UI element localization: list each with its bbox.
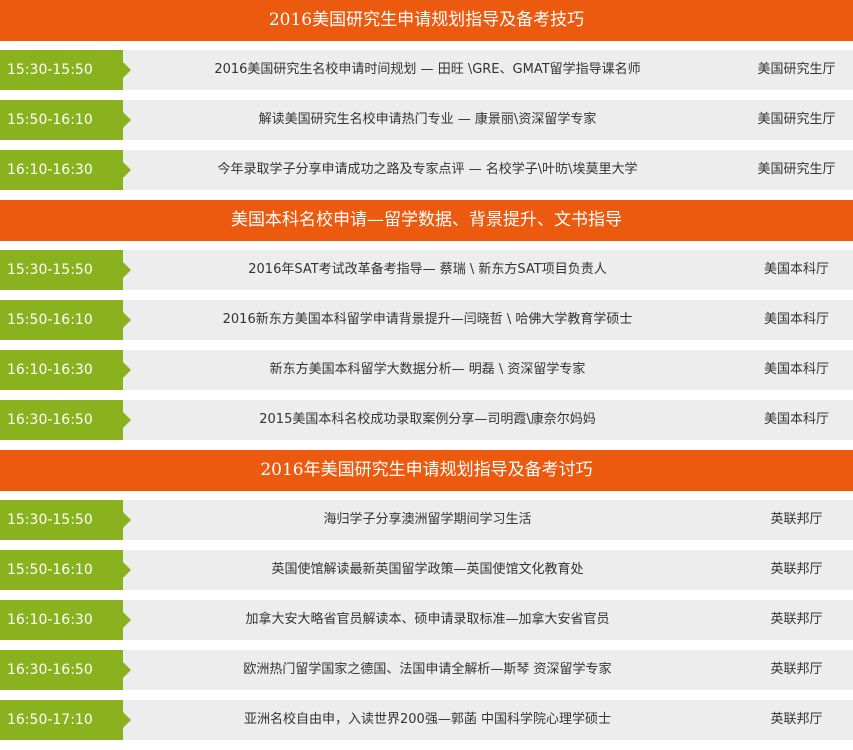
- session-time: 16:30-16:50: [0, 650, 131, 690]
- session-row[interactable]: 16:30-16:50 2015美国本科名校成功录取案例分享—司明霞\康奈尔妈妈 美…: [0, 400, 853, 440]
- session-hall: 美国本科厅: [763, 412, 829, 427]
- schedule-table: 2016美国研究生申请规划指导及备考技巧 15:30-15:50 2016美国研究生…: [0, 0, 853, 750]
- session-topic[interactable]: 解读美国研究生名校申请热门专业 — 康景丽\资深留学专家: [135, 100, 720, 140]
- session-row[interactable]: 16:10-16:30 加拿大安大略省官员解读本、硕申请录取标准—加拿大安省官员 英…: [0, 600, 853, 640]
- session-topic[interactable]: 欧洲热门留学国家之德国、法国申请全解析—斯琴 资深留学专家: [135, 650, 720, 690]
- session-row[interactable]: 16:50-17:10 亚洲名校自由申，入读世界200强—郭菡 中国科学院心理学硕…: [0, 700, 853, 740]
- session-time: 15:30-15:50: [0, 50, 131, 90]
- session-row[interactable]: 15:50-16:10 解读美国研究生名校申请热门专业 — 康景丽\资深留学专家 美…: [0, 100, 853, 140]
- session-topic[interactable]: 亚洲名校自由申，入读世界200强—郭菡 中国科学院心理学硕士: [135, 700, 720, 740]
- session-hall: 英联邦厅: [770, 512, 823, 527]
- session-topic[interactable]: 2016年SAT考试改革备考指导— 蔡瑞 \ 新东方SAT项目负责人: [135, 250, 720, 290]
- session-hall: 英联邦厅: [770, 562, 823, 577]
- session-row[interactable]: 15:30-15:50 海归学子分享澳洲留学期间学习生活 英联邦厅: [0, 500, 853, 540]
- session-row[interactable]: 16:30-16:50 欧洲热门留学国家之德国、法国申请全解析—斯琴 资深留学专家…: [0, 650, 853, 690]
- session-row[interactable]: 15:50-16:10 英国使馆解读最新英国留学政策—英国使馆文化教育处 英联邦厅: [0, 550, 853, 590]
- session-topic[interactable]: 新东方美国本科留学大数据分析— 明磊 \ 资深留学专家: [135, 350, 720, 390]
- session-topic[interactable]: 2016美国研究生名校申请时间规划 — 田旺 \GRE、GMAT留学指导课名师: [135, 50, 720, 90]
- session-row[interactable]: 15:30-15:50 2016美国研究生名校申请时间规划 — 田旺 \GRE、G…: [0, 50, 853, 90]
- session-time: 15:30-15:50: [0, 250, 131, 290]
- session-row[interactable]: 15:30-15:50 2016年SAT考试改革备考指导— 蔡瑞 \ 新东方SAT…: [0, 250, 853, 290]
- session-time: 16:10-16:30: [0, 150, 131, 190]
- section-header: 2016年美国研究生申请规划指导及备考讨巧: [0, 450, 853, 491]
- session-hall: 美国研究生厅: [757, 162, 836, 177]
- section-header: 美国本科名校申请—留学数据、背景提升、文书指导: [0, 200, 853, 241]
- session-hall: 美国本科厅: [763, 312, 829, 327]
- session-time: 16:10-16:30: [0, 600, 131, 640]
- section-header: 2016美国研究生申请规划指导及备考技巧: [0, 0, 853, 41]
- session-row[interactable]: 15:50-16:10 2016新东方美国本科留学申请背景提升—闫晓哲 \ 哈佛大…: [0, 300, 853, 340]
- session-hall: 英联邦厅: [770, 662, 823, 677]
- session-topic[interactable]: 2016新东方美国本科留学申请背景提升—闫晓哲 \ 哈佛大学教育学硕士: [135, 300, 720, 340]
- session-time: 15:50-16:10: [0, 300, 131, 340]
- session-row[interactable]: 16:10-16:30 新东方美国本科留学大数据分析— 明磊 \ 资深留学专家 美国…: [0, 350, 853, 390]
- session-topic[interactable]: 2015美国本科名校成功录取案例分享—司明霞\康奈尔妈妈: [135, 400, 720, 440]
- session-topic[interactable]: 加拿大安大略省官员解读本、硕申请录取标准—加拿大安省官员: [135, 600, 720, 640]
- session-time: 16:10-16:30: [0, 350, 131, 390]
- session-hall: 美国本科厅: [763, 362, 829, 377]
- session-time: 15:50-16:10: [0, 100, 131, 140]
- session-hall: 英联邦厅: [770, 712, 823, 727]
- session-hall: 英联邦厅: [770, 612, 823, 627]
- session-hall: 美国研究生厅: [757, 112, 836, 127]
- session-row[interactable]: 16:10-16:30 今年录取学子分享申请成功之路及专家点评 — 名校学子\叶昉…: [0, 150, 853, 190]
- session-hall: 美国本科厅: [763, 262, 829, 277]
- session-time: 16:30-16:50: [0, 400, 131, 440]
- session-hall: 美国研究生厅: [757, 62, 836, 77]
- session-topic[interactable]: 海归学子分享澳洲留学期间学习生活: [135, 500, 720, 540]
- session-topic[interactable]: 今年录取学子分享申请成功之路及专家点评 — 名校学子\叶昉\埃莫里大学: [135, 150, 720, 190]
- session-time: 16:50-17:10: [0, 700, 131, 740]
- session-time: 15:50-16:10: [0, 550, 131, 590]
- session-time: 15:30-15:50: [0, 500, 131, 540]
- session-topic[interactable]: 英国使馆解读最新英国留学政策—英国使馆文化教育处: [135, 550, 720, 590]
